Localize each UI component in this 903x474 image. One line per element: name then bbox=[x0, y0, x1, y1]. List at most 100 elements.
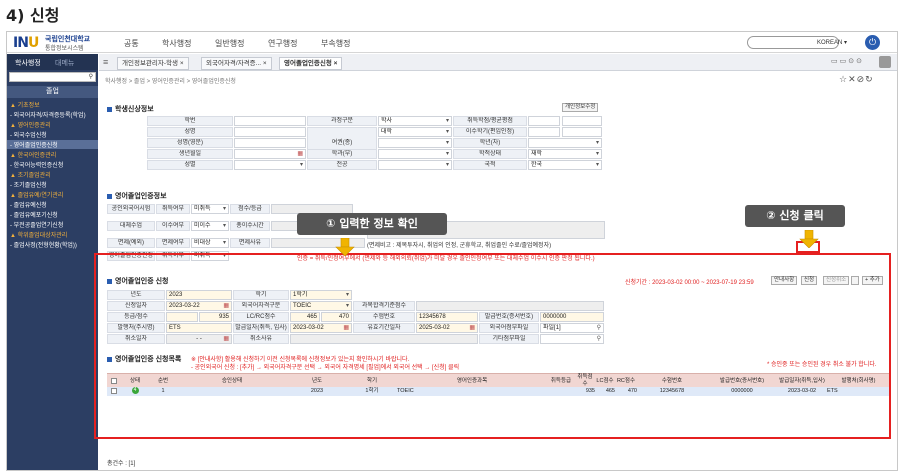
label-dept: 학과(부) bbox=[307, 149, 377, 159]
sidebar-search-input[interactable]: ⚲ bbox=[9, 72, 96, 82]
label-name-en: 성명(영문) bbox=[147, 138, 233, 148]
sidebar-item[interactable]: - 졸업유예신청 bbox=[10, 200, 47, 209]
label-credits: 취득학점/평균평점 bbox=[453, 116, 527, 126]
menu-general[interactable]: 일반행정 bbox=[215, 38, 244, 49]
dept-select[interactable]: ▾ bbox=[378, 149, 452, 159]
label-score-grade: 점수/등급 bbox=[230, 204, 270, 214]
college-value: 대학 bbox=[381, 129, 393, 135]
chevron-down-icon: ▾ bbox=[222, 223, 226, 229]
college-detail-select[interactable]: ▾ bbox=[378, 138, 452, 148]
sidebar-category[interactable]: ▲ 영어인증관리 bbox=[10, 120, 51, 129]
logo-subtitle: 통합정보시스템 bbox=[45, 46, 84, 52]
edit-personal-button[interactable]: 개인정보수정 bbox=[562, 103, 599, 112]
menu-common[interactable]: 공통 bbox=[124, 38, 139, 49]
exempt-note: (면제비고 : 제목투자시, 취업의 인정, 군휴학교, 취업졸인 수료/졸업예… bbox=[367, 243, 552, 249]
language-label: KOREAN bbox=[817, 40, 843, 46]
name-field bbox=[234, 127, 306, 137]
window-controls-icon[interactable]: ▭▭⊙⊙ bbox=[831, 57, 864, 65]
sidebar-item[interactable]: - 외국수업신청 bbox=[10, 130, 47, 139]
gpa-field bbox=[562, 116, 602, 126]
close-icon[interactable]: × bbox=[334, 60, 338, 67]
sidebar-item[interactable]: - 졸업유예포기신청 bbox=[10, 210, 58, 219]
terms-field bbox=[528, 127, 560, 137]
tab-label: 개인정보관리자-학생 bbox=[122, 60, 178, 67]
top-bar: INU 국립인천대학교 통합정보시스템 공통 학사행정 일반행정 연구행정 부속… bbox=[7, 32, 897, 53]
student-id-field bbox=[234, 116, 306, 126]
gender-select[interactable]: ▾ bbox=[234, 160, 306, 170]
menu-research[interactable]: 연구행정 bbox=[268, 38, 297, 49]
chevron-down-icon: ▾ bbox=[445, 129, 449, 135]
label-course: 과정구분 bbox=[307, 116, 377, 126]
tab-foreign-lang[interactable]: 외국어자격/자격증... × bbox=[201, 57, 272, 70]
tab-english-cert[interactable]: 영어졸업인증신청 × bbox=[279, 57, 343, 70]
sidebar-item[interactable]: - 졸업사정(전형현황(학업)) bbox=[10, 240, 77, 249]
nation-select[interactable]: 한국 ▾ bbox=[528, 160, 602, 170]
acquired-select[interactable]: 미취득 ▾ bbox=[191, 204, 229, 214]
chevron-down-icon: ▾ bbox=[222, 240, 226, 246]
status-select[interactable]: 재학 ▾ bbox=[528, 149, 602, 159]
arrow-down-icon bbox=[335, 238, 355, 256]
toolbar-icons[interactable]: ☆✕⊘↻ bbox=[839, 74, 874, 85]
label-terms: 이수학기(편입인정) bbox=[453, 127, 527, 137]
major-select[interactable]: ▾ bbox=[378, 160, 452, 170]
tab-personal-info[interactable]: 개인정보관리자-학생 × bbox=[117, 57, 189, 70]
sidebar-category[interactable]: ▲ 학위졸업대상자관리 bbox=[10, 230, 67, 239]
arrow-down-icon bbox=[799, 230, 819, 248]
calendar-icon[interactable]: ▦ bbox=[297, 150, 303, 158]
sidebar-category[interactable]: ▲ 기초정보 bbox=[10, 100, 40, 109]
completed-select[interactable]: 미이수 ▾ bbox=[191, 221, 229, 231]
sidebar-category[interactable]: ▲ 한국어인증관리 bbox=[10, 150, 56, 159]
sidebar-item[interactable]: - 한국어능력인증신청 bbox=[10, 160, 63, 169]
menu-academic[interactable]: 학사행정 bbox=[162, 38, 191, 49]
sidebar-header: 졸업 bbox=[7, 86, 98, 98]
menu-affiliated[interactable]: 부속행정 bbox=[321, 38, 350, 49]
acquired-value: 미취득 bbox=[194, 206, 211, 212]
sidebar-category[interactable]: ▲ 조기졸업관리 bbox=[10, 170, 51, 179]
sidebar-item[interactable]: - 조기졸업신청 bbox=[10, 180, 47, 189]
language-select[interactable]: KOREAN ▾ bbox=[817, 39, 847, 46]
student-info-title: 학생신상정보 bbox=[107, 104, 154, 114]
close-icon[interactable]: × bbox=[263, 60, 267, 67]
label-completed: 이수여부 bbox=[156, 221, 190, 231]
power-icon[interactable]: ⏻ bbox=[865, 35, 880, 50]
section-bullet-icon bbox=[107, 193, 112, 199]
chevron-down-icon: ▾ bbox=[445, 140, 449, 146]
student-info-title-text: 학생신상정보 bbox=[115, 106, 154, 113]
tab-label: 외국어자격/자격증... bbox=[206, 60, 262, 67]
chevron-down-icon: ▾ bbox=[595, 151, 599, 157]
hamburger-icon[interactable]: ≡ bbox=[103, 57, 108, 67]
label-status: 학적상태 bbox=[453, 149, 527, 159]
exempt-value: 비대상 bbox=[194, 240, 211, 246]
close-icon[interactable]: × bbox=[180, 60, 184, 67]
callout-check-info: ① 입력한 정보 확인 bbox=[297, 213, 447, 235]
label-exempt-yn: 면제여부 bbox=[156, 238, 190, 248]
label-gender: 성별 bbox=[147, 160, 233, 170]
nation-value: 한국 bbox=[531, 162, 543, 168]
tab-label: 영어졸업인증신청 bbox=[284, 60, 332, 67]
course-select[interactable]: 학사 ▾ bbox=[378, 116, 452, 126]
grade-select[interactable]: ▾ bbox=[528, 138, 602, 148]
chevron-down-icon: ▾ bbox=[299, 162, 303, 168]
chevron-down-icon: ▾ bbox=[595, 140, 599, 146]
label-student-id: 학번 bbox=[147, 116, 233, 126]
search-icon[interactable]: ⚲ bbox=[89, 73, 93, 80]
exempt-select[interactable]: 비대상 ▾ bbox=[191, 238, 229, 248]
chevron-down-icon: ▾ bbox=[445, 118, 449, 124]
label-major: 전공 bbox=[307, 160, 377, 170]
sidebar-tabs: 학사행정 대메뉴 bbox=[7, 54, 98, 70]
label-total-hours: 총이수시간 bbox=[230, 221, 270, 231]
label-acquired: 취득여부 bbox=[156, 204, 190, 214]
college-select[interactable]: 대학 ▾ bbox=[378, 127, 452, 137]
user-icon[interactable] bbox=[879, 56, 891, 68]
sidebar-item[interactable]: - 영어졸업인증신청 bbox=[7, 140, 98, 149]
label-official-test: 공인외국어시험 bbox=[107, 204, 155, 214]
sidebar-item[interactable]: - 부전공졸업연기신청 bbox=[10, 220, 63, 229]
sidebar-category[interactable]: ▲ 졸업유예/연기관리 bbox=[10, 190, 63, 199]
tab-bar: ≡ 개인정보관리자-학생 × 외국어자격/자격증... × 영어졸업인증신청 ×… bbox=[99, 54, 897, 71]
logo-mark: IN bbox=[13, 35, 29, 51]
chevron-down-icon: ▾ bbox=[445, 151, 449, 157]
sidebar-tab-menu[interactable]: 대메뉴 bbox=[55, 58, 74, 68]
sidebar-tab-academic[interactable]: 학사행정 bbox=[15, 58, 41, 68]
credits-field bbox=[528, 116, 560, 126]
sidebar-item[interactable]: - 외국어자격/자격증등록(학업) bbox=[10, 110, 86, 119]
